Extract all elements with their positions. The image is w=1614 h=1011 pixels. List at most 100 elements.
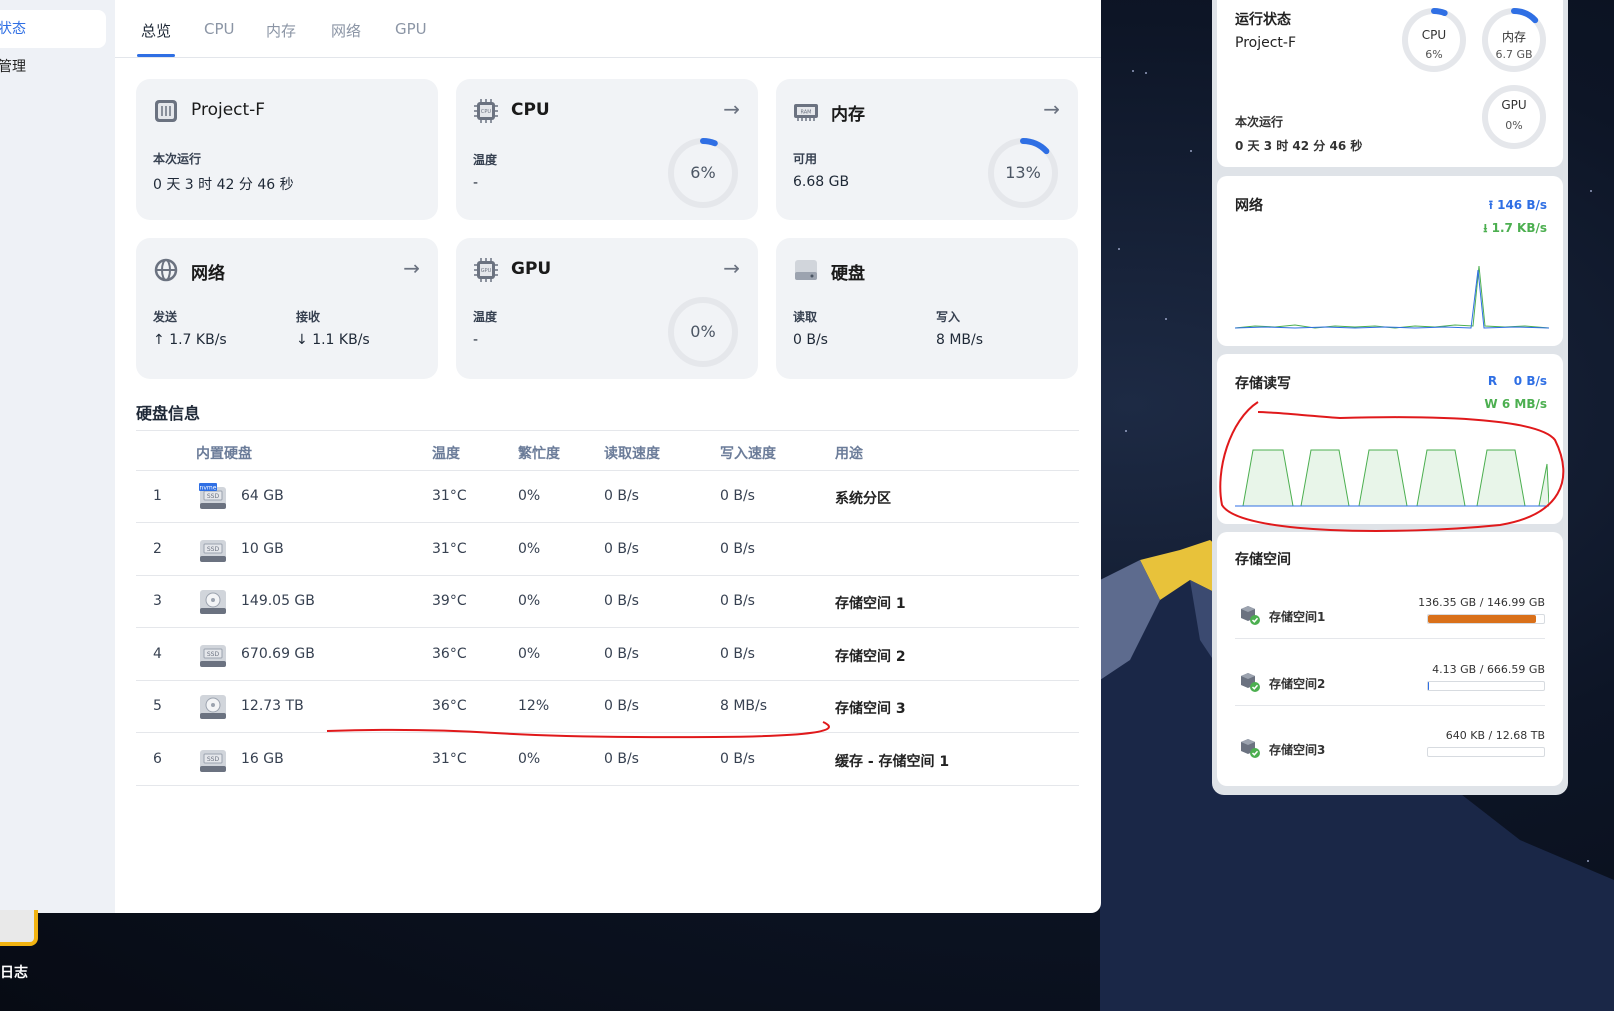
- ssd-icon: SSD: [199, 641, 227, 669]
- arrow-right-icon[interactable]: →: [403, 256, 420, 280]
- widget-cpu-value: 6%: [1425, 48, 1443, 61]
- receive-label: 接收: [296, 310, 321, 324]
- widget-cpu-ring: CPU 6%: [1400, 6, 1468, 74]
- disk-busy: 0%: [518, 540, 541, 557]
- table-row[interactable]: 3 149.05 GB 39°C 0% 0 B/s 0 B/s 存储空间 1: [136, 576, 1079, 628]
- table-row[interactable]: 4 SSD 670.69 GB 36°C 0% 0 B/s 0 B/s 存储空间 2: [136, 629, 1079, 681]
- send-label: 发送: [153, 310, 178, 324]
- disk-size: 64 GB: [241, 488, 284, 504]
- arrow-right-icon[interactable]: →: [723, 256, 740, 280]
- volume-usage: 136.35 GB / 146.99 GB: [1418, 596, 1545, 609]
- server-icon: [155, 100, 177, 122]
- storage-space-widget[interactable]: 存储空间 存储空间1 136.35 GB / 146.99 GB 存储空间2 4…: [1217, 532, 1563, 786]
- write-speed: W 6 MB/s: [1484, 397, 1547, 411]
- table-row[interactable]: 2 SSD 10 GB 31°C 0% 0 B/s 0 B/s: [136, 524, 1079, 576]
- table-row[interactable]: 1 SSD nvme 64 GB 31°C 0% 0 B/s 0 B/s 系统分区: [136, 471, 1079, 523]
- gpu-card[interactable]: GPU GPU → 温度 - 0%: [456, 238, 758, 379]
- volume-total: 666.59 GB: [1486, 663, 1545, 676]
- volume-used: 136.35 GB: [1418, 596, 1477, 609]
- arrow-right-icon[interactable]: →: [1043, 97, 1060, 121]
- disk-size: 16 GB: [241, 750, 284, 767]
- log-app-label[interactable]: 日志: [0, 962, 28, 982]
- disk-size: 10 GB: [241, 540, 284, 557]
- network-widget[interactable]: 网络 ⭱ 146 B/s ⭳ 1.7 KB/s: [1217, 176, 1563, 346]
- disk-write: 0 B/s: [720, 488, 755, 504]
- storage-space-title: 存储空间: [1235, 552, 1291, 568]
- storage-io-widget[interactable]: 存储读写 R 0 B/s W 6 MB/s: [1217, 354, 1563, 524]
- disk-temp: 31°C: [432, 488, 467, 504]
- storage-io-chart: [1235, 449, 1549, 507]
- header-write-speed[interactable]: 写入速度: [720, 443, 776, 463]
- arrow-up-icon: ↑: [153, 332, 170, 348]
- disk-write-value: 8 MB/s: [936, 332, 984, 348]
- disk-read-value: 0 B/s: [793, 332, 828, 348]
- disk-temp: 36°C: [432, 645, 467, 662]
- write-label: W: [1484, 397, 1498, 411]
- volume-usage-fill: [1428, 615, 1536, 623]
- header-busy[interactable]: 繁忙度: [518, 443, 560, 463]
- download-speed-value: 1.7 KB/s: [1491, 221, 1547, 235]
- disk-index: 5: [153, 698, 162, 714]
- tab-cpu[interactable]: CPU: [204, 20, 235, 38]
- status-host-name: Project-F: [1235, 35, 1297, 51]
- tab-network[interactable]: 网络: [331, 20, 361, 41]
- header-usage[interactable]: 用途: [835, 443, 863, 463]
- disk-index: 6: [153, 750, 162, 767]
- disk-size: 12.73 TB: [241, 698, 304, 714]
- network-card[interactable]: 网络 → 发送 ↑ 1.7 KB/s 接收 ↓ 1.1 KB/s: [136, 238, 438, 379]
- status-widget[interactable]: 运行状态 Project-F 本次运行 0 天 3 时 42 分 46 秒 CP…: [1217, 0, 1563, 167]
- table-header: 内置硬盘 温度 繁忙度 读取速度 写入速度 用途: [136, 430, 1079, 471]
- widget-panel: 运行状态 Project-F 本次运行 0 天 3 时 42 分 46 秒 CP…: [1212, 0, 1568, 795]
- network-sparkline: [1235, 265, 1549, 329]
- disk-read: 0 B/s: [604, 750, 639, 767]
- volume-usage-bar: [1427, 614, 1545, 624]
- volume-row-1[interactable]: 存储空间1 136.35 GB / 146.99 GB: [1217, 588, 1563, 654]
- volume-cube-icon: [1241, 739, 1260, 758]
- disk-busy: 12%: [518, 698, 550, 714]
- volume-row-2[interactable]: 存储空间2 4.13 GB / 666.59 GB: [1217, 655, 1563, 721]
- disk-read: 0 B/s: [604, 698, 639, 714]
- divider: [1235, 705, 1545, 706]
- table-row[interactable]: 6 SSD 16 GB 31°C 0% 0 B/s 0 B/s 缓存 - 存储空间 1: [136, 734, 1079, 786]
- send-value: ↑ 1.7 KB/s: [153, 332, 227, 348]
- widget-gpu-value: 0%: [1505, 119, 1523, 132]
- gpu-card-title: GPU: [511, 259, 552, 279]
- volume-name: 存储空间1: [1269, 610, 1326, 624]
- sidebar-item-label: 状态: [0, 21, 26, 37]
- sidebar-item-manage[interactable]: 管理: [0, 48, 106, 86]
- tab-overview[interactable]: 总览: [141, 20, 171, 41]
- disk-index: 1: [153, 488, 162, 504]
- disk-read: 0 B/s: [604, 645, 639, 662]
- volume-row-3[interactable]: 存储空间3 640 KB / 12.68 TB: [1217, 721, 1563, 787]
- memory-available-label: 可用: [793, 152, 818, 166]
- log-app-icon[interactable]: [0, 910, 38, 946]
- widget-memory-ring: 内存 6.7 GB: [1480, 6, 1548, 74]
- read-speed-value: 0 B/s: [1513, 374, 1547, 388]
- ssd-icon: SSD: [199, 746, 227, 774]
- upload-speed: ⭱ 146 B/s: [1489, 196, 1547, 217]
- disk-index: 3: [153, 593, 162, 609]
- download-icon: ⭳: [1483, 221, 1492, 235]
- header-temp[interactable]: 温度: [432, 443, 460, 463]
- svg-text:SSD: SSD: [207, 651, 220, 658]
- gpu-icon: GPU: [474, 258, 498, 282]
- header-disk[interactable]: 内置硬盘: [196, 443, 252, 463]
- disk-read: 0 B/s: [604, 488, 639, 504]
- host-card: Project-F 本次运行 0 天 3 时 42 分 46 秒: [136, 79, 438, 220]
- memory-card[interactable]: RAM 内存 → 可用 6.68 GB 13%: [776, 79, 1078, 220]
- tab-memory[interactable]: 内存: [266, 20, 296, 41]
- tab-gpu[interactable]: GPU: [395, 20, 427, 38]
- disk-card: 硬盘 读取 0 B/s 写入 8 MB/s: [776, 238, 1078, 379]
- disk-size: 670.69 GB: [241, 645, 315, 662]
- arrow-right-icon[interactable]: →: [723, 97, 740, 121]
- ring-track: [1482, 85, 1546, 149]
- cpu-card[interactable]: CPU CPU → 温度 - 6%: [456, 79, 758, 220]
- svg-text:GPU: GPU: [481, 268, 492, 274]
- send-rate: 1.7 KB/s: [169, 332, 227, 348]
- header-read-speed[interactable]: 读取速度: [604, 443, 660, 463]
- sidebar-item-status[interactable]: 状态: [0, 10, 106, 48]
- table-row[interactable]: 5 12.73 TB 36°C 12% 0 B/s 8 MB/s 存储空间 3: [136, 681, 1079, 733]
- disk-usage: 存储空间 3: [835, 701, 906, 717]
- volume-usage-bar: [1427, 681, 1545, 691]
- globe-icon: [154, 258, 178, 282]
